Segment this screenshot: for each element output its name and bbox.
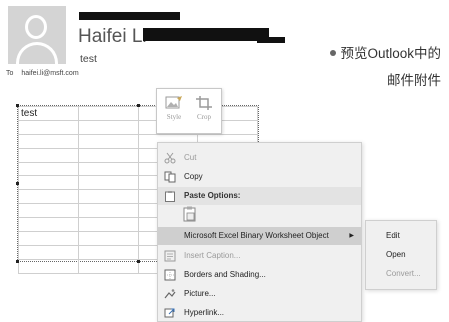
worksheet-cell[interactable] [77,189,139,205]
menu-item-borders-shading[interactable]: Borders and Shading... [158,266,361,284]
caption-text-1: 预览Outlook中的 [340,46,441,61]
menu-label-insert-caption: Insert Caption... [184,251,241,260]
paste-keep-source-icon[interactable] [181,205,199,223]
resize-handle-ml[interactable] [16,182,19,185]
worksheet-cell[interactable] [77,175,139,191]
resize-handle-tm[interactable] [137,104,140,107]
borders-icon [164,269,176,281]
worksheet-cell[interactable] [18,189,79,205]
crop-button[interactable]: Crop [190,91,218,131]
scissors-icon [164,152,176,164]
worksheet-cell[interactable] [18,203,79,219]
worksheet-cell[interactable] [77,203,139,219]
crop-icon [196,96,212,110]
style-label: Style [166,113,182,121]
menu-item-hyperlink[interactable]: Hyperlink... [158,304,361,322]
clipboard-icon [165,191,175,202]
menu-label-excel-object: Microsoft Excel Binary Worksheet Object [184,231,329,240]
submenu-label-open: Open [386,250,406,259]
caption-line-2: 邮件附件 [387,73,441,88]
menu-label-cut: Cut [184,153,197,162]
worksheet-cell[interactable] [77,106,139,121]
worksheet-cell[interactable] [77,119,139,135]
recipient-line: To haifei.li@msft.com [6,70,79,77]
caption-line-1: 预览Outlook中的 [330,42,441,62]
menu-item-insert-caption[interactable]: Insert Caption... [158,247,361,265]
redacted-bar-name-tail [257,37,285,43]
caption-icon [164,250,176,262]
worksheet-cell[interactable] [77,217,139,233]
sender-name: Haifei Li [78,26,147,47]
worksheet-cell[interactable] [18,231,79,246]
worksheet-cell[interactable] [18,244,79,260]
worksheet-cell[interactable] [77,258,139,274]
menu-label-picture: Picture... [184,289,216,298]
menu-label-hyperlink: Hyperlink... [184,308,225,317]
submenu-item-edit[interactable]: Edit [366,227,436,245]
menu-label-borders-shading: Borders and Shading... [184,270,266,279]
submenu-item-convert[interactable]: Convert... [366,265,436,283]
worksheet-cell[interactable] [18,119,79,135]
worksheet-cell[interactable] [18,175,79,191]
excel-object-submenu: Edit Open Convert... [365,220,437,290]
worksheet-cell[interactable] [18,147,79,163]
worksheet-cell[interactable] [77,161,139,177]
menu-item-excel-object[interactable]: Microsoft Excel Binary Worksheet Object … [158,227,361,245]
avatar-head-shape [25,15,47,39]
submenu-item-open[interactable]: Open [366,246,436,264]
submenu-arrow-icon: ▶ [349,233,354,239]
style-button[interactable]: Style [160,91,188,131]
menu-item-picture[interactable]: Picture... [158,285,361,303]
copy-icon [164,171,176,183]
mini-toolbar: Style Crop [156,88,222,134]
resize-handle-tl[interactable] [16,104,19,107]
menu-header-paste-options: Paste Options: [158,187,361,205]
worksheet-cell[interactable] [18,258,79,274]
worksheet-cell[interactable] [77,147,139,163]
sender-avatar [8,6,66,64]
menu-item-cut[interactable]: Cut [158,149,361,167]
bullet-dot-icon [330,50,337,57]
menu-label-copy: Copy [184,172,203,181]
email-subject: test [80,53,97,65]
submenu-label-convert: Convert... [386,269,421,278]
menu-label-paste-options: Paste Options: [184,191,241,200]
redacted-bar-name [143,28,269,41]
worksheet-cell[interactable] [18,161,79,177]
to-label: To [6,70,14,77]
hyperlink-icon [164,308,175,318]
crop-label: Crop [197,113,211,121]
worksheet-cell[interactable] [18,217,79,233]
worksheet-cell[interactable] [77,133,139,149]
worksheet-cell[interactable] [77,231,139,246]
menu-item-copy[interactable]: Copy [158,168,361,186]
resize-handle-bm[interactable] [137,260,140,263]
picture-icon [164,289,176,299]
resize-handle-bl[interactable] [16,260,19,263]
picture-style-icon [165,96,182,109]
worksheet-cell[interactable] [77,244,139,260]
worksheet-cell[interactable] [18,133,79,149]
context-menu: Cut Copy Paste Options: Microsoft Excel … [157,142,362,322]
redacted-bar-top [79,12,180,20]
avatar-body-shape [16,42,58,64]
worksheet-cell[interactable]: test [18,106,79,121]
recipient-address[interactable]: haifei.li@msft.com [21,70,78,77]
submenu-label-edit: Edit [386,231,400,240]
